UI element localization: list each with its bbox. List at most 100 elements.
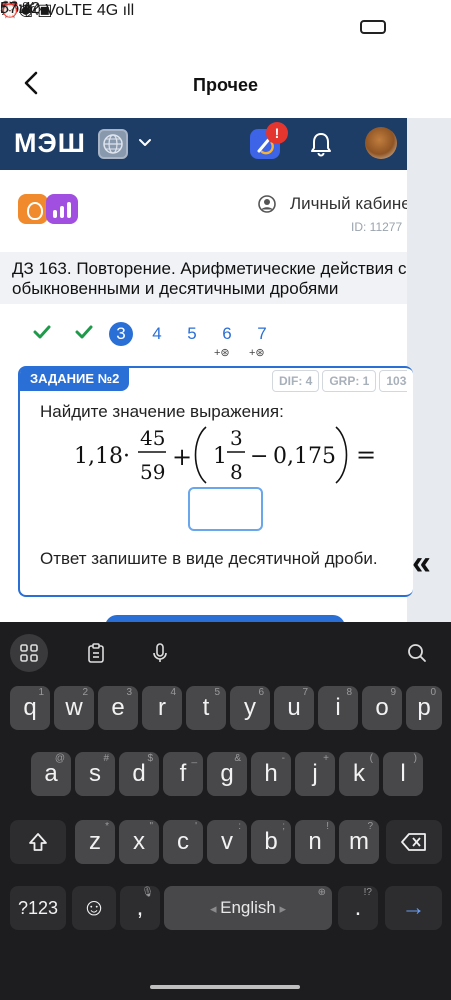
formula-frac1-den: 59 <box>140 460 165 484</box>
period-key[interactable]: .!? <box>338 886 378 930</box>
key-y[interactable]: y6 <box>230 686 270 730</box>
key-label: r <box>158 694 166 721</box>
key-label: m <box>349 828 369 855</box>
key-label: h <box>264 760 278 787</box>
key-h[interactable]: h- <box>251 752 291 796</box>
key-k[interactable]: k( <box>339 752 379 796</box>
answer-input[interactable] <box>188 487 263 531</box>
key-label: t <box>202 694 210 721</box>
answer-format-note: Ответ запишите в виде десятичной дроби. <box>40 549 378 568</box>
globe-icon: ⊕ <box>317 887 326 898</box>
space-bar[interactable]: ◂ English ▸ ⊕ <box>164 886 332 930</box>
key-f[interactable]: f _ <box>163 752 203 796</box>
key-hint: * <box>105 821 109 832</box>
step-7[interactable]: 7 <box>250 322 274 346</box>
key-p[interactable]: p0 <box>406 686 442 730</box>
key-u[interactable]: u7 <box>274 686 314 730</box>
clipboard-icon[interactable] <box>77 634 115 672</box>
step-5[interactable]: 5 <box>180 322 204 346</box>
backspace-key[interactable] <box>386 820 442 864</box>
math-expression: 1,18 · 45 59 + 1 3 8 − 0,175 = <box>74 425 394 485</box>
key-label: u <box>287 694 301 721</box>
comma-key[interactable]: , 🎙 <box>120 886 160 930</box>
key-hint: ! <box>326 821 329 832</box>
emoji-key[interactable]: ☺ <box>72 886 116 930</box>
key-hint: _ <box>191 753 197 764</box>
key-hint: " <box>149 821 153 832</box>
step-2-done[interactable] <box>72 322 96 346</box>
key-w[interactable]: w2 <box>54 686 94 730</box>
key-hint: ; <box>282 821 285 832</box>
key-e[interactable]: e3 <box>98 686 138 730</box>
step-1-done[interactable] <box>30 322 54 346</box>
key-o[interactable]: o9 <box>362 686 402 730</box>
key-c[interactable]: c ' <box>163 820 203 864</box>
bell-icon[interactable] <box>309 131 333 157</box>
key-m[interactable]: m? <box>339 820 379 864</box>
key-hint: & <box>234 753 241 764</box>
formula-equals: = <box>356 441 376 469</box>
task-label: ЗАДАНИЕ №2 <box>20 367 130 391</box>
symbols-key[interactable]: ?123 <box>10 886 66 930</box>
key-label: p <box>417 694 431 721</box>
key-d[interactable]: d $ <box>119 752 159 796</box>
step-4[interactable]: 4 <box>145 322 169 346</box>
formula-dot: · <box>123 444 130 469</box>
step-3-current[interactable]: 3 <box>109 322 133 346</box>
key-hint: 2 <box>82 687 88 698</box>
page-title: Прочее <box>193 75 258 95</box>
avatar[interactable] <box>365 127 397 159</box>
key-hint: 5 <box>214 687 220 698</box>
app-logo-orange[interactable] <box>18 194 48 224</box>
homework-title-line1: ДЗ 163. Повторение. Арифметические дейст… <box>12 259 407 278</box>
key-hint: 🎙 <box>141 887 154 898</box>
key-hint: 8 <box>346 687 352 698</box>
key-hint: : <box>238 821 241 832</box>
homework-title: ДЗ 163. Повторение. Арифметические дейст… <box>12 259 407 299</box>
user-circle-icon <box>258 195 276 213</box>
battery-icon <box>360 20 386 34</box>
key-t[interactable]: t5 <box>186 686 226 730</box>
key-z[interactable]: z * <box>75 820 115 864</box>
difficulty-tag: DIF: 4 <box>272 370 320 392</box>
formula-frac2-den: 8 <box>230 460 243 484</box>
key-i[interactable]: i8 <box>318 686 358 730</box>
key-hint: $ <box>147 753 153 764</box>
battery-percent: 57 % <box>0 0 37 17</box>
key-v[interactable]: v: <box>207 820 247 864</box>
step-6[interactable]: 6 <box>215 322 239 346</box>
key-hint: ) <box>413 753 417 764</box>
key-s[interactable]: s # <box>75 752 115 796</box>
search-icon[interactable] <box>398 634 436 672</box>
mesh-logo[interactable]: МЭШ <box>14 128 86 159</box>
key-label: z <box>89 828 101 855</box>
home-indicator[interactable] <box>150 985 300 989</box>
key-a[interactable]: a @ <box>31 752 71 796</box>
microphone-icon[interactable] <box>141 634 179 672</box>
globe-icon[interactable] <box>98 129 128 159</box>
key-label: i <box>335 694 341 721</box>
key-hint: 9 <box>390 687 396 698</box>
key-b[interactable]: b; <box>251 820 291 864</box>
key-n[interactable]: n! <box>295 820 335 864</box>
key-label: . <box>354 894 362 921</box>
chevron-down-icon[interactable] <box>137 135 153 154</box>
key-j[interactable]: j + <box>295 752 335 796</box>
key-l[interactable]: l) <box>383 752 423 796</box>
key-label: k <box>353 760 365 787</box>
key-r[interactable]: r4 <box>142 686 182 730</box>
formula-minus: − <box>250 444 268 469</box>
group-tag: GRP: 1 <box>322 370 377 392</box>
key-label: o <box>375 694 389 721</box>
personal-cabinet-link[interactable]: Личный кабинет <box>290 194 407 214</box>
shift-key[interactable] <box>10 820 66 864</box>
space-language-label: English <box>220 898 276 917</box>
app-logo-purple[interactable] <box>46 194 78 224</box>
key-label: n <box>308 828 322 855</box>
apps-grid-icon[interactable] <box>10 634 48 672</box>
key-q[interactable]: q1 <box>10 686 50 730</box>
key-g[interactable]: g & <box>207 752 247 796</box>
collapse-panel-icon[interactable]: « <box>412 544 431 583</box>
key-x[interactable]: x " <box>119 820 159 864</box>
enter-key[interactable]: → <box>385 886 442 930</box>
